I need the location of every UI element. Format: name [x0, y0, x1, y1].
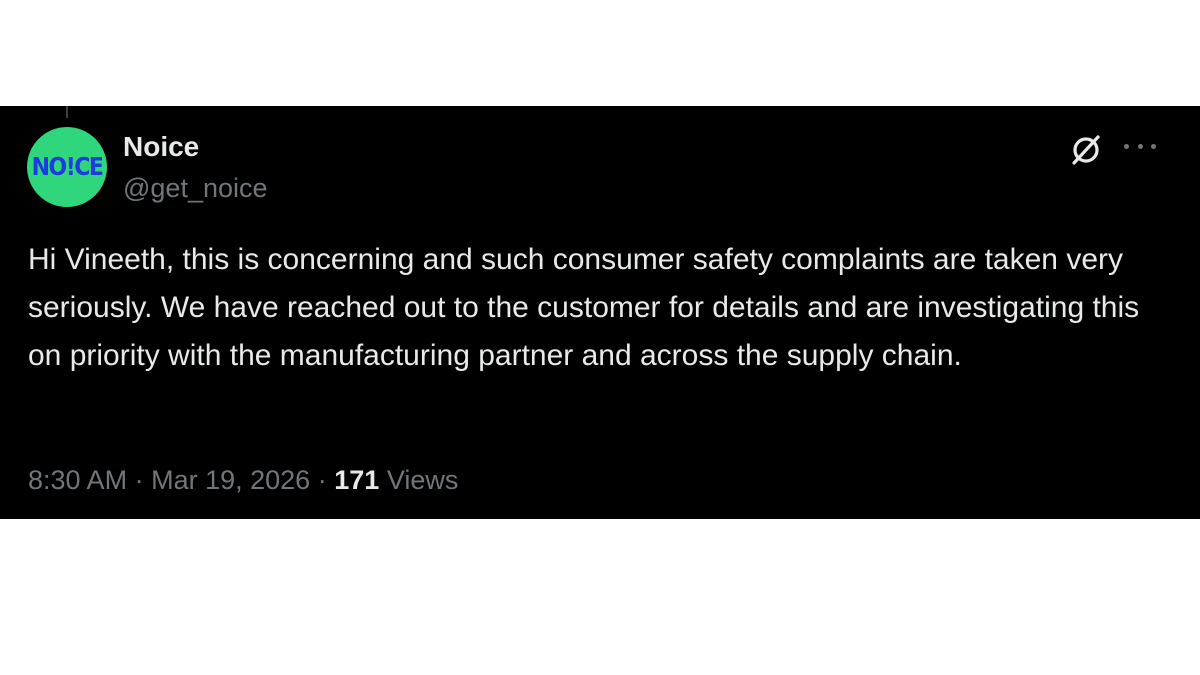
thread-connector-line: [66, 106, 68, 118]
more-options-icon[interactable]: [1122, 134, 1158, 158]
author-display-name[interactable]: Noice: [123, 130, 199, 164]
grok-icon[interactable]: [1068, 132, 1104, 168]
tweet-meta: 8:30 AM · Mar 19, 2026 · 171 Views: [28, 462, 458, 498]
tweet-text: Hi Vineeth, this is concerning and such …: [28, 243, 1140, 372]
meta-separator: ·: [317, 465, 327, 495]
tweet-card: NO!CE Noice @get_noice Hi Vineeth, this …: [0, 106, 1200, 519]
more-dot: [1137, 143, 1143, 149]
meta-separator: ·: [134, 465, 144, 495]
tweet-date[interactable]: Mar 19, 2026: [151, 465, 310, 495]
tweet-time[interactable]: 8:30 AM: [28, 465, 127, 495]
more-dot: [1151, 143, 1156, 149]
author-handle[interactable]: @get_noice: [123, 171, 268, 205]
avatar-logo-text: NO!CE: [31, 152, 104, 182]
views-count[interactable]: 171: [334, 465, 379, 495]
more-dot: [1124, 143, 1129, 149]
views-label[interactable]: Views: [387, 465, 459, 495]
avatar[interactable]: NO!CE: [27, 127, 107, 207]
